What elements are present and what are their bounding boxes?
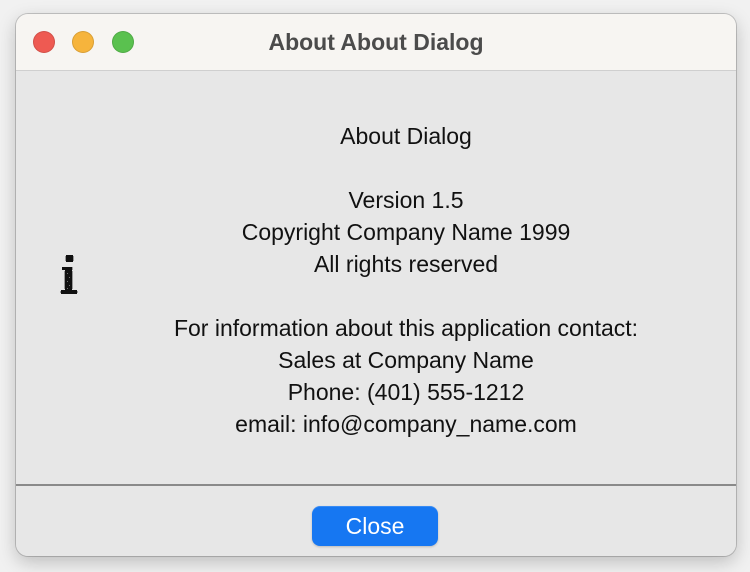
version-text: Version 1.5 (348, 187, 464, 213)
rights-text: All rights reserved (313, 251, 499, 277)
title-bar[interactable]: About About Dialog (16, 14, 736, 71)
copyright-text: Copyright Company Name 1999 (241, 219, 571, 245)
app-name: About Dialog (340, 123, 472, 149)
phone-contact: Phone: (401) 555-1212 (287, 379, 525, 405)
contact-heading: For information about this application c… (173, 315, 639, 341)
window-title: About About Dialog (268, 29, 484, 55)
dialog-content: About Dialog Version 1.5 Copyright Compa… (16, 71, 736, 485)
dialog-footer: Close (16, 486, 736, 556)
email-contact: email: info@company_name.com (235, 411, 577, 437)
about-dialog-window: About About Dialog About Dialog Version … (16, 14, 736, 556)
close-button[interactable]: Close (312, 506, 438, 546)
info-icon (60, 255, 78, 294)
sales-contact: Sales at Company Name (278, 347, 534, 373)
